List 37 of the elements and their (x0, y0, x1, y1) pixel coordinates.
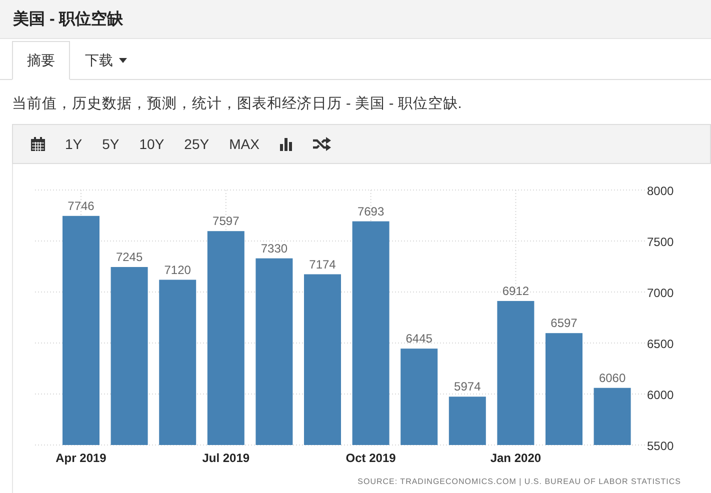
source-note: SOURCE: TRADINGECONOMICS.COM | U.S. BUREAU OF LABOR STATISTICS (358, 477, 681, 486)
bar (448, 396, 486, 445)
data-label: 6060 (598, 370, 626, 385)
x-tick-label: Jul 2019 (202, 451, 250, 465)
data-label: 7174 (309, 257, 336, 272)
x-tick-label: Oct 2019 (346, 451, 396, 465)
description: 当前值，历史数据，预测，统计，图表和经济日历 - 美国 - 职位空缺. (11, 94, 463, 114)
y-tick-label: 7500 (647, 235, 674, 249)
y-tick-label: 6000 (647, 388, 674, 402)
y-tick-label: 8000 (647, 184, 674, 198)
data-label: 6912 (502, 284, 530, 298)
data-label: 7330 (260, 241, 288, 256)
y-tick-label: 7000 (647, 286, 674, 300)
x-tick-label: Apr 2019 (56, 451, 106, 465)
bar (594, 388, 631, 445)
data-label: 7245 (116, 250, 143, 264)
data-label: 6445 (406, 332, 432, 346)
data-label: 7120 (164, 262, 191, 277)
data-label: 5974 (454, 380, 481, 394)
data-label: 7746 (68, 198, 94, 213)
data-label: 7597 (212, 214, 240, 228)
y-tick-label: 6500 (647, 337, 674, 351)
range-button[interactable]: 5Y (94, 132, 128, 156)
x-tick-label: Jan 2020 (490, 451, 542, 465)
tab[interactable]: 下载 (70, 41, 142, 80)
page-title: 美国 - 职位空缺 (13, 9, 124, 30)
data-label: 7693 (357, 204, 384, 218)
range-button[interactable]: 25Y (176, 132, 218, 156)
range-button[interactable]: MAX (221, 132, 268, 156)
data-label: 6597 (550, 316, 578, 330)
y-tick-label: 5500 (647, 439, 674, 453)
range-button[interactable]: 10Y (131, 132, 172, 156)
shuffle-icon[interactable] (313, 137, 332, 151)
bar-chart-icon[interactable] (279, 137, 294, 151)
calendar-icon[interactable] (31, 137, 45, 151)
tab[interactable]: 摘要 (12, 41, 70, 80)
range-button[interactable]: 1Y (57, 132, 90, 156)
